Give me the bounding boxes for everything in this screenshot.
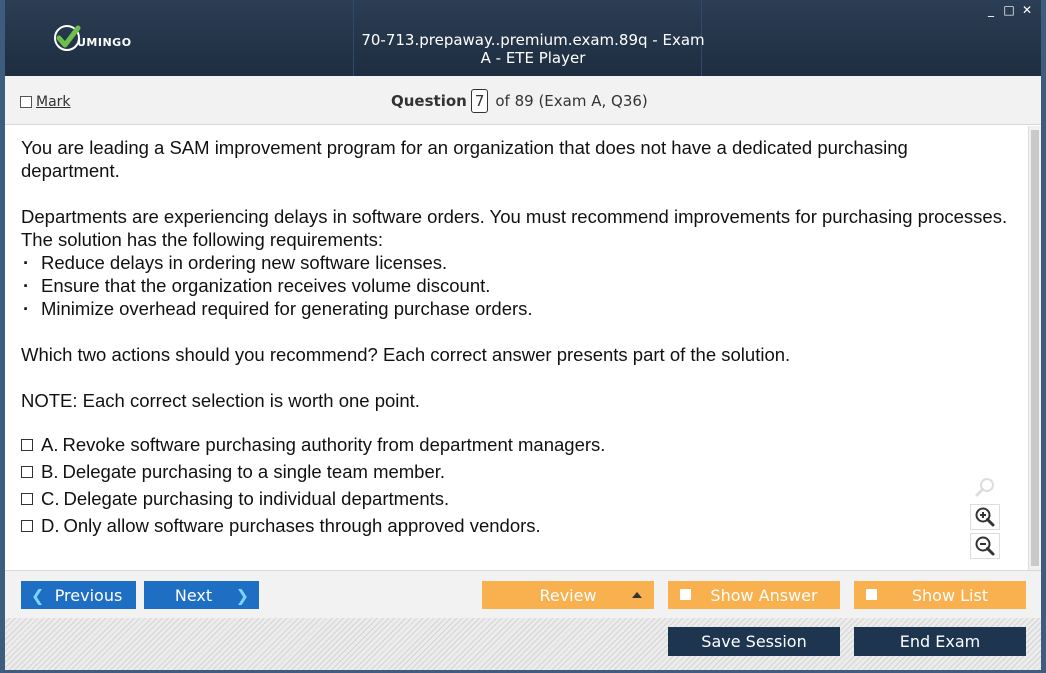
close-icon[interactable]: ✕ (1021, 4, 1033, 16)
scrollbar-thumb[interactable] (1031, 130, 1039, 566)
question-label: Question (391, 92, 467, 110)
answer-letter: C. (41, 488, 60, 509)
list-item: Minimize overhead required for generatin… (21, 297, 1011, 320)
question-note: NOTE: Each correct selection is worth on… (21, 390, 420, 411)
mark-label: Mark (36, 94, 71, 110)
checkbox-icon[interactable] (866, 589, 877, 600)
zoom-in-icon (975, 507, 995, 527)
previous-button[interactable]: ❮ Previous (21, 581, 136, 609)
triangle-up-icon[interactable] (632, 592, 642, 598)
list-item: Ensure that the organization receives vo… (21, 274, 1011, 297)
previous-label: Previous (54, 585, 123, 605)
answer-option-a[interactable]: A. Revoke software purchasing authority … (21, 431, 1011, 458)
title-divider (353, 0, 354, 76)
checkbox-icon[interactable] (21, 465, 33, 478)
zoom-out-button[interactable] (970, 533, 1000, 559)
checkbox-icon[interactable] (21, 519, 33, 532)
show-answer-label: Show Answer (710, 585, 818, 605)
answer-letter: D. (41, 515, 60, 536)
checkbox-icon[interactable] (680, 589, 691, 600)
navigation-bar: ❮ Previous Next ❯ Review Show Answer Sho… (5, 570, 1041, 618)
question-total: of 89 (Exam A, Q36) (495, 92, 648, 110)
chevron-right-icon: ❯ (235, 585, 249, 605)
end-exam-button[interactable]: End Exam (854, 627, 1026, 656)
next-button[interactable]: Next ❯ (144, 581, 259, 609)
answer-text: Delegate purchasing to a single team mem… (62, 461, 446, 482)
question-content: You are leading a SAM improvement progra… (5, 126, 1027, 570)
answer-letter: A. (41, 434, 59, 455)
logo-text: UMINGO (77, 35, 132, 49)
app-logo: UMINGO (53, 24, 132, 52)
search-button[interactable] (970, 474, 1000, 500)
question-header: Mark Question 7 of 89 (Exam A, Q36) (5, 76, 1041, 125)
question-counter: Question 7 of 89 (Exam A, Q36) (391, 89, 648, 113)
show-list-label: Show List (911, 585, 989, 605)
title-bar: UMINGO 70-713.prepaway..premium.exam.89q… (0, 0, 1046, 76)
checkbox-icon[interactable] (21, 492, 33, 505)
window-controls: _ □ ✕ (985, 4, 1033, 16)
zoom-in-button[interactable] (970, 504, 1000, 530)
answer-option-d[interactable]: D. Only allow software purchases through… (21, 512, 1011, 539)
show-answer-button[interactable]: Show Answer (668, 581, 840, 609)
review-label: Review (539, 585, 597, 605)
mark-checkbox[interactable]: Mark (20, 94, 71, 110)
answer-text: Revoke software purchasing authority fro… (62, 434, 606, 455)
window-title: 70-713.prepaway..premium.exam.89q - Exam… (361, 31, 705, 67)
maximize-icon[interactable]: □ (1003, 4, 1015, 16)
question-number-input[interactable]: 7 (470, 89, 489, 113)
save-session-button[interactable]: Save Session (668, 627, 840, 656)
answer-text: Only allow software purchases through ap… (63, 515, 541, 536)
footer-bar: Save Session End Exam (5, 618, 1041, 670)
show-list-button[interactable]: Show List (854, 581, 1026, 609)
answer-letter: B. (41, 461, 59, 482)
question-prompt: Which two actions should you recommend? … (21, 344, 791, 365)
question-scenario: Departments are experiencing delays in s… (21, 206, 1008, 250)
requirements-list: Reduce delays in ordering new software l… (21, 251, 1011, 320)
answer-text: Delegate purchasing to individual depart… (63, 488, 450, 509)
next-label: Next (174, 585, 213, 605)
chevron-left-icon: ❮ (31, 585, 45, 605)
question-intro: You are leading a SAM improvement progra… (21, 137, 908, 181)
checkbox-icon[interactable] (20, 96, 32, 108)
list-item: Reduce delays in ordering new software l… (21, 251, 1011, 274)
answer-option-b[interactable]: B. Delegate purchasing to a single team … (21, 458, 1011, 485)
answer-options: A. Revoke software purchasing authority … (21, 431, 1011, 539)
zoom-out-icon (975, 536, 995, 556)
vertical-scrollbar[interactable] (1028, 126, 1041, 570)
checkbox-icon[interactable] (21, 438, 33, 451)
answer-option-c[interactable]: C. Delegate purchasing to individual dep… (21, 485, 1011, 512)
review-button[interactable]: Review (482, 581, 654, 609)
search-icon (975, 478, 994, 497)
minimize-icon[interactable]: _ (985, 4, 997, 16)
